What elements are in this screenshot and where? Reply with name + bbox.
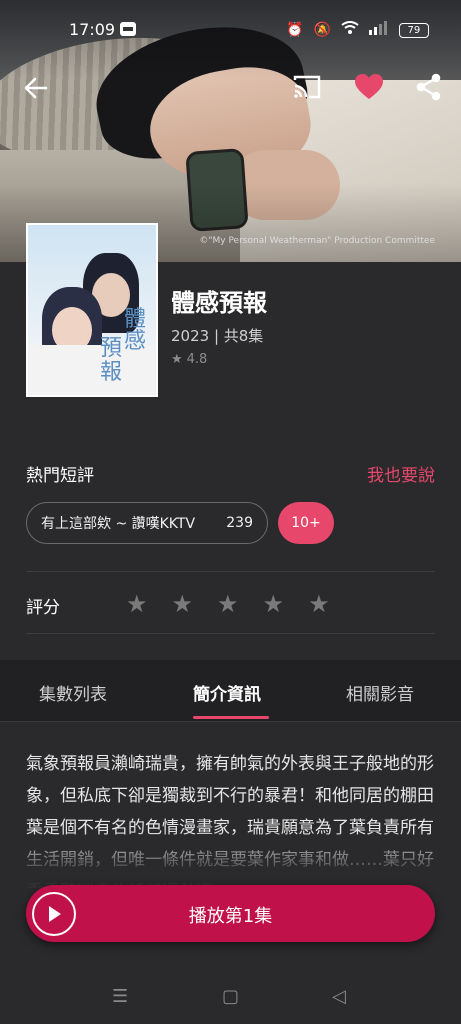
play-button-label: 播放第1集 <box>188 906 273 927</box>
reviews-label: 熱門短評 <box>26 466 94 486</box>
show-rating: ★ 4.8 <box>171 352 207 367</box>
star-icon[interactable]: ★ <box>172 590 194 618</box>
tab-episodes[interactable]: 集數列表 <box>39 680 107 705</box>
divider <box>26 571 435 572</box>
system-nav-bar: ☰ ▢ ◁ <box>0 970 461 1024</box>
show-meta: 2023 | 共8集 <box>171 327 264 345</box>
status-time: 17:09 <box>69 20 116 39</box>
rating-label: 評分 <box>26 598 60 618</box>
review-chip-count: 239 <box>226 515 253 531</box>
share-icon <box>416 73 441 101</box>
mute-icon: 🔕 <box>313 22 331 38</box>
share-button[interactable] <box>414 72 444 102</box>
more-reviews-button[interactable]: 10+ <box>278 502 334 544</box>
status-bar: 17:09 ⏰ 🔕 79 <box>0 0 461 60</box>
review-chip-text: 有上這部欸 ~ 讚嘆KKTV <box>41 516 196 532</box>
rating-value: 4.8 <box>186 352 208 367</box>
favorite-button[interactable] <box>354 73 384 101</box>
app-notification-icon <box>120 22 136 36</box>
star-icon[interactable]: ★ <box>263 590 285 618</box>
signal-icon <box>368 21 389 39</box>
alarm-icon: ⏰ <box>286 22 304 38</box>
hero-copyright: ©"My Personal Weatherman" Production Com… <box>199 236 435 246</box>
back-nav-icon[interactable]: ◁ <box>332 986 346 1007</box>
cast-button[interactable] <box>292 74 322 100</box>
tab-related[interactable]: 相關影音 <box>346 680 414 705</box>
star-icon: ★ <box>171 352 183 367</box>
tab-active-indicator <box>193 716 269 719</box>
tab-bar: 集數列表 簡介資訊 相關影音 <box>0 660 461 722</box>
write-review-link[interactable]: 我也要說 <box>367 461 435 486</box>
rating-stars[interactable]: ★ ★ ★ ★ ★ <box>126 590 330 618</box>
poster-title-char: 體感 <box>124 307 147 354</box>
cast-icon <box>293 75 321 99</box>
show-title: 體感預報 <box>171 289 267 317</box>
wifi-icon <box>341 21 359 39</box>
play-episode-button[interactable]: 播放第1集 <box>26 885 435 942</box>
home-icon[interactable]: ▢ <box>222 986 239 1007</box>
divider <box>26 633 435 634</box>
poster-title-char: 預報 <box>100 336 123 385</box>
status-icons: ⏰ 🔕 79 <box>286 21 429 39</box>
star-icon[interactable]: ★ <box>217 590 239 618</box>
show-poster: 體感 預報 <box>26 223 158 397</box>
star-icon[interactable]: ★ <box>308 590 330 618</box>
back-button[interactable] <box>22 74 50 102</box>
menu-icon[interactable]: ☰ <box>112 986 128 1007</box>
arrow-left-icon <box>24 77 48 99</box>
tab-synopsis[interactable]: 簡介資訊 <box>193 680 261 705</box>
star-icon[interactable]: ★ <box>126 590 148 618</box>
review-chip[interactable]: 有上這部欸 ~ 讚嘆KKTV 239 <box>26 502 268 544</box>
heart-icon <box>355 74 383 99</box>
battery-icon: 79 <box>398 22 429 38</box>
